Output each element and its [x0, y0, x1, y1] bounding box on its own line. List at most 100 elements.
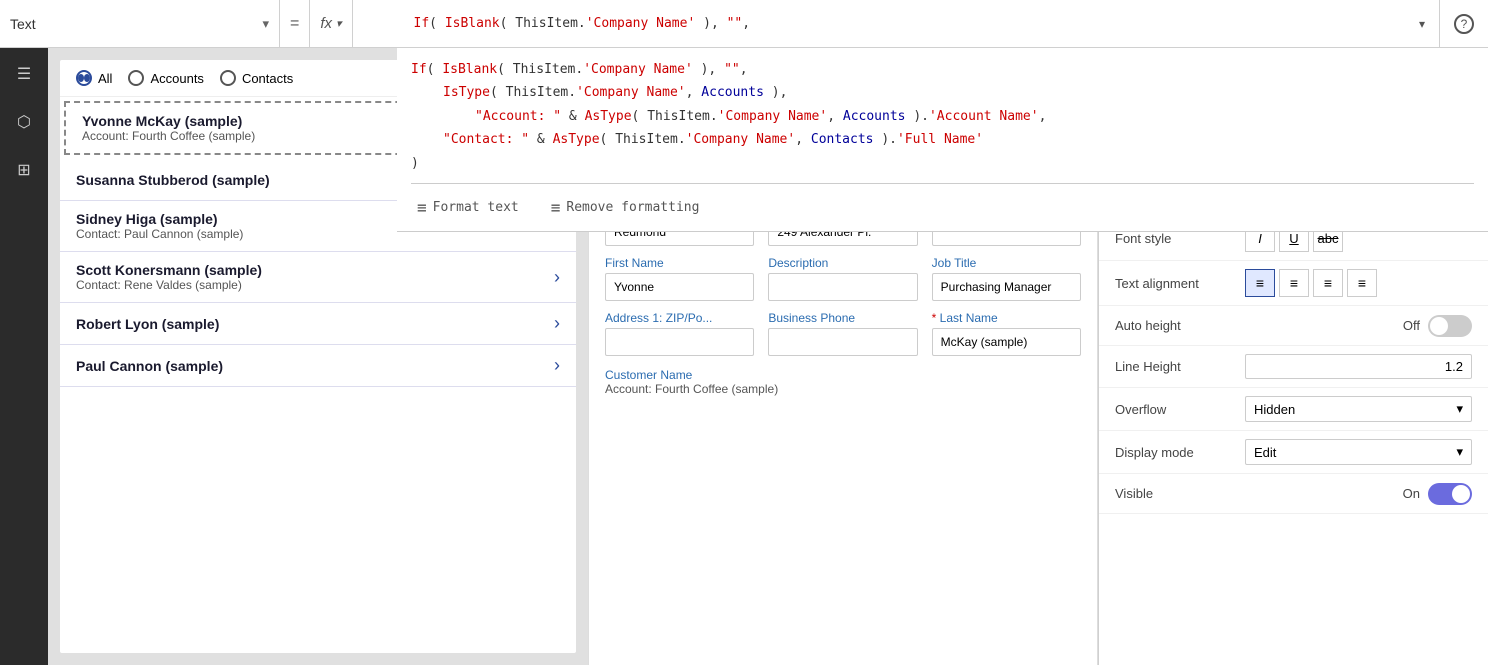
- field-description-label: Description: [768, 256, 917, 270]
- prop-text-align-label: Text alignment: [1115, 276, 1245, 291]
- visible-state: On: [1403, 486, 1420, 501]
- field-business-phone-label: Business Phone: [768, 311, 917, 325]
- display-mode-select[interactable]: Edit ▾: [1245, 439, 1472, 465]
- field-job-title: Job Title: [932, 256, 1081, 301]
- sidebar-icons: ☰ ⬡ ⊞: [0, 48, 48, 665]
- arrow-icon-4: ›: [554, 267, 560, 288]
- format-text-icon: ≡: [417, 194, 427, 221]
- equals-sign: =: [280, 0, 310, 47]
- field-business-phone-input[interactable]: [768, 328, 917, 356]
- contact-item-paul[interactable]: Paul Cannon (sample) ›: [60, 345, 576, 387]
- arrow-icon-6: ›: [554, 355, 560, 376]
- prop-auto-height-label: Auto height: [1115, 318, 1245, 333]
- radio-accounts-circle: [128, 70, 144, 86]
- field-first-name: First Name: [605, 256, 754, 301]
- formula-expand-button[interactable]: ▾: [1405, 0, 1439, 47]
- sidebar-grid-icon[interactable]: ⊞: [8, 154, 40, 186]
- radio-all-circle: [76, 70, 92, 86]
- prop-visible: Visible On: [1099, 474, 1488, 514]
- align-left-button[interactable]: ≡: [1245, 269, 1275, 297]
- contact-name-6: Paul Cannon (sample): [76, 358, 554, 374]
- field-last-name-input[interactable]: [932, 328, 1081, 356]
- visible-toggle-knob: [1452, 485, 1470, 503]
- align-center-button[interactable]: ≡: [1279, 269, 1309, 297]
- field-job-title-input[interactable]: [932, 273, 1081, 301]
- radio-contacts[interactable]: Contacts: [220, 70, 293, 86]
- prop-text-align: Text alignment ≡ ≡ ≡ ≡: [1099, 261, 1488, 306]
- contact-item-scott[interactable]: Scott Konersmann (sample) Contact: Rene …: [60, 252, 576, 303]
- contact-item-robert[interactable]: Robert Lyon (sample) ›: [60, 303, 576, 345]
- line-height-input[interactable]: 1.2: [1245, 354, 1472, 379]
- customer-name-value: Account: Fourth Coffee (sample): [605, 382, 1081, 396]
- help-button[interactable]: ?: [1439, 0, 1488, 47]
- formula-selector[interactable]: Text ▾: [0, 0, 280, 47]
- prop-auto-height-control: Off: [1245, 315, 1472, 337]
- prop-display-mode: Display mode Edit ▾: [1099, 431, 1488, 474]
- field-description: Description: [768, 256, 917, 301]
- remove-formatting-button[interactable]: ≡ Remove formatting: [545, 190, 706, 225]
- overflow-select[interactable]: Hidden ▾: [1245, 396, 1472, 422]
- formula-bar: Text ▾ = fx ▾ If( IsBlank( ThisItem.'Com…: [0, 0, 1488, 48]
- formula-line-2: IsType( ThisItem.'Company Name', Account…: [411, 81, 1474, 104]
- field-last-name: * Last Name: [932, 311, 1081, 356]
- arrow-icon-5: ›: [554, 313, 560, 334]
- prop-auto-height: Auto height Off: [1099, 306, 1488, 346]
- formula-code-preview[interactable]: If( IsBlank( ThisItem.'Company Name' ), …: [353, 0, 1405, 47]
- prop-visible-label: Visible: [1115, 486, 1245, 501]
- auto-height-toggle[interactable]: [1428, 315, 1472, 337]
- auto-height-state: Off: [1403, 318, 1420, 333]
- align-group: ≡ ≡ ≡ ≡: [1245, 269, 1472, 297]
- customer-name-section: Customer Name Account: Fourth Coffee (sa…: [605, 368, 1081, 396]
- prop-line-height-label: Line Height: [1115, 359, 1245, 374]
- radio-all-label: All: [98, 71, 112, 86]
- selector-text: Text: [10, 16, 254, 32]
- contact-sub-4: Contact: Rene Valdes (sample): [76, 278, 554, 292]
- contact-name-4: Scott Konersmann (sample): [76, 262, 554, 278]
- field-first-name-input[interactable]: [605, 273, 754, 301]
- formula-toolbar: ≡ Format text ≡ Remove formatting: [411, 183, 1474, 231]
- remove-formatting-icon: ≡: [551, 194, 561, 221]
- visible-toggle[interactable]: [1428, 483, 1472, 505]
- toggle-knob: [1430, 317, 1448, 335]
- format-text-button[interactable]: ≡ Format text: [411, 190, 525, 225]
- prop-display-mode-label: Display mode: [1115, 445, 1245, 460]
- sidebar-hex-icon[interactable]: ⬡: [8, 106, 40, 138]
- prop-font-style-label: Font style: [1115, 231, 1245, 246]
- field-first-name-label: First Name: [605, 256, 754, 270]
- sidebar-menu-icon[interactable]: ☰: [8, 58, 40, 90]
- prop-overflow-label: Overflow: [1115, 402, 1245, 417]
- formula-expanded-overlay: If( IsBlank( ThisItem.'Company Name' ), …: [397, 48, 1488, 232]
- field-zip: Address 1: ZIP/Po...: [605, 311, 754, 356]
- prop-line-height-value[interactable]: 1.2: [1245, 354, 1472, 379]
- align-right-button[interactable]: ≡: [1313, 269, 1343, 297]
- align-justify-button[interactable]: ≡: [1347, 269, 1377, 297]
- formula-line-4: "Contact: " & AsType( ThisItem.'Company …: [411, 128, 1474, 151]
- field-zip-input[interactable]: [605, 328, 754, 356]
- overflow-chevron: ▾: [1456, 401, 1463, 417]
- field-business-phone: Business Phone: [768, 311, 917, 356]
- field-last-name-label: * Last Name: [932, 311, 1081, 325]
- field-description-input[interactable]: [768, 273, 917, 301]
- formula-line-5: ): [411, 152, 1474, 175]
- prop-display-mode-value[interactable]: Edit ▾: [1245, 439, 1472, 465]
- prop-line-height: Line Height 1.2: [1099, 346, 1488, 388]
- prop-overflow-value[interactable]: Hidden ▾: [1245, 396, 1472, 422]
- prop-visible-control: On: [1245, 483, 1472, 505]
- radio-contacts-label: Contacts: [242, 71, 293, 86]
- prop-overflow: Overflow Hidden ▾: [1099, 388, 1488, 431]
- fx-button[interactable]: fx ▾: [310, 0, 352, 47]
- field-job-title-label: Job Title: [932, 256, 1081, 270]
- display-mode-chevron: ▾: [1456, 444, 1463, 460]
- radio-all[interactable]: All: [76, 70, 112, 86]
- contact-name-5: Robert Lyon (sample): [76, 316, 554, 332]
- radio-accounts-label: Accounts: [150, 71, 203, 86]
- formula-line-3: "Account: " & AsType( ThisItem.'Company …: [411, 105, 1474, 128]
- field-zip-label: Address 1: ZIP/Po...: [605, 311, 754, 325]
- radio-contacts-circle: [220, 70, 236, 86]
- selector-chevron: ▾: [262, 16, 269, 32]
- customer-name-label: Customer Name: [605, 368, 1081, 382]
- fx-chevron: ▾: [336, 17, 342, 30]
- prop-text-align-buttons: ≡ ≡ ≡ ≡: [1245, 269, 1472, 297]
- radio-accounts[interactable]: Accounts: [128, 70, 203, 86]
- formula-line-1: If( IsBlank( ThisItem.'Company Name' ), …: [411, 58, 1474, 81]
